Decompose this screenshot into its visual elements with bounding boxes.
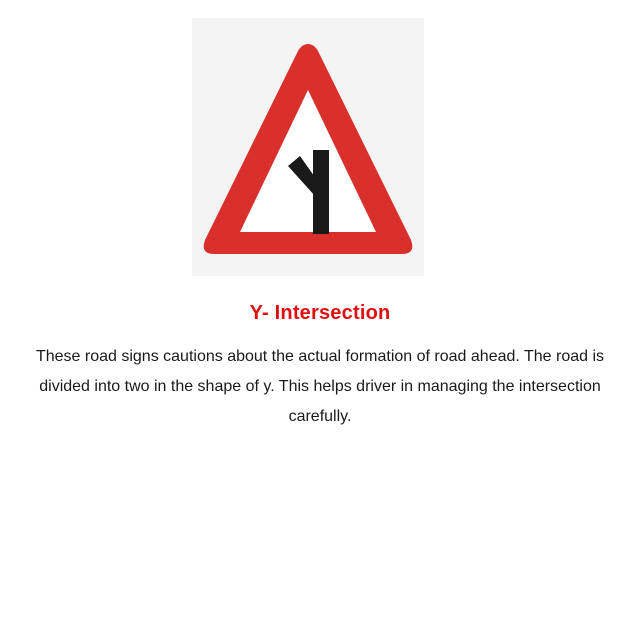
page: Y- Intersection These road signs caution… bbox=[0, 0, 640, 640]
sign-image bbox=[192, 18, 424, 276]
sign-title: Y- Intersection bbox=[249, 302, 391, 324]
y-intersection-sign-icon bbox=[203, 44, 413, 254]
sign-description: These road signs cautions about the actu… bbox=[35, 348, 605, 425]
